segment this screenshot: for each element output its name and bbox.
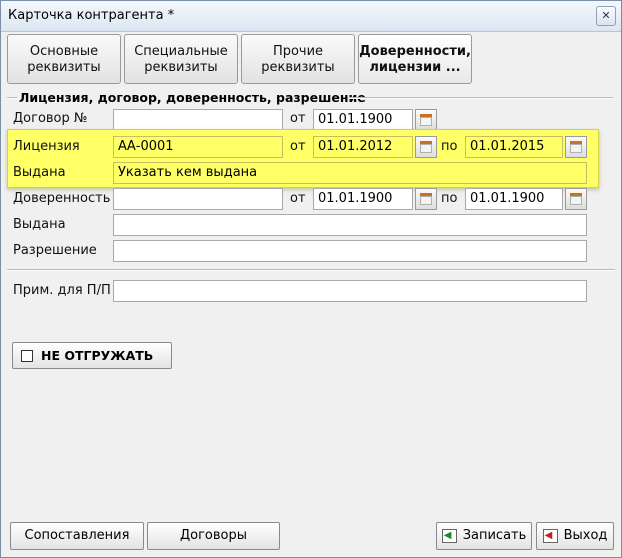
poa-to-date[interactable]: 01.01.1900 [465, 188, 563, 210]
license-from-label: от [290, 139, 306, 154]
note-label: Прим. для П/П [13, 283, 111, 298]
calendar-icon[interactable] [565, 136, 587, 158]
calendar-icon[interactable] [415, 136, 437, 158]
calendar-icon[interactable] [415, 109, 437, 131]
poa-from-date[interactable]: 01.01.1900 [313, 188, 413, 210]
permit-field[interactable] [113, 240, 587, 262]
contract-from-date[interactable]: 01.01.1900 [313, 109, 413, 131]
poa-to-label: по [441, 191, 458, 206]
tab-label-line: Основные [29, 44, 99, 59]
no-ship-toggle[interactable]: НЕ ОТГРУЖАТЬ [12, 342, 172, 369]
note-field[interactable] [113, 280, 587, 302]
tab-label-line: Прочие [272, 44, 324, 59]
license-to-label: по [441, 139, 458, 154]
mapping-button[interactable]: Сопоставления [10, 522, 144, 550]
calendar-icon[interactable] [415, 188, 437, 210]
tab-label-line: лицензии ... [369, 60, 461, 75]
section-divider [7, 97, 17, 99]
tab-label-line: Специальные [134, 44, 228, 59]
section-divider [349, 97, 613, 99]
poa-number-field[interactable] [113, 188, 283, 210]
license-label: Лицензия [13, 139, 80, 154]
save-button-label: Записать [462, 528, 527, 543]
save-button[interactable]: ◀ Записать [436, 522, 532, 550]
divider [7, 269, 615, 271]
license-issued-field[interactable]: Указать кем выдана [113, 162, 587, 184]
tab-label-line: Доверенности, [359, 44, 471, 59]
calendar-icon[interactable] [565, 188, 587, 210]
section-title: Лицензия, договор, доверенность, разреше… [19, 90, 366, 105]
tab-special-details[interactable]: Специальные реквизиты [124, 34, 238, 84]
poa-issued-label: Выдана [13, 217, 66, 232]
checkbox[interactable] [21, 350, 33, 362]
license-issued-label: Выдана [13, 165, 66, 180]
license-from-date[interactable]: 01.01.2012 [313, 136, 413, 158]
permit-label: Разрешение [13, 243, 97, 258]
tab-label-line: реквизиты [144, 60, 218, 75]
title-bar: Карточка контрагента * ✕ [1, 1, 621, 32]
exit-button-label: Выход [563, 528, 608, 543]
contract-number-field[interactable] [113, 109, 283, 131]
no-ship-label: НЕ ОТГРУЖАТЬ [41, 348, 154, 363]
license-number-field[interactable]: АА-0001 [113, 136, 283, 158]
exit-button[interactable]: ◀ Выход [536, 522, 614, 550]
window-title: Карточка контрагента * [8, 8, 175, 23]
tab-other-details[interactable]: Прочие реквизиты [241, 34, 355, 84]
save-icon: ◀ [441, 528, 457, 543]
tab-main-details[interactable]: Основные реквизиты [7, 34, 121, 84]
contract-label: Договор № [13, 111, 88, 126]
close-icon[interactable]: ✕ [596, 6, 616, 26]
contract-from-label: от [290, 111, 306, 126]
poa-from-label: от [290, 191, 306, 206]
tab-poa-licenses[interactable]: Доверенности, лицензии ... [358, 34, 472, 84]
poa-label: Доверенность [13, 191, 111, 206]
tab-label-line: реквизиты [27, 60, 101, 75]
license-to-date[interactable]: 01.01.2015 [465, 136, 563, 158]
contracts-button[interactable]: Договоры [147, 522, 280, 550]
tab-label-line: реквизиты [261, 60, 335, 75]
dialog-window: Карточка контрагента * ✕ Основные реквиз… [0, 0, 622, 558]
exit-icon: ◀ [542, 528, 558, 543]
poa-issued-field[interactable] [113, 214, 587, 236]
